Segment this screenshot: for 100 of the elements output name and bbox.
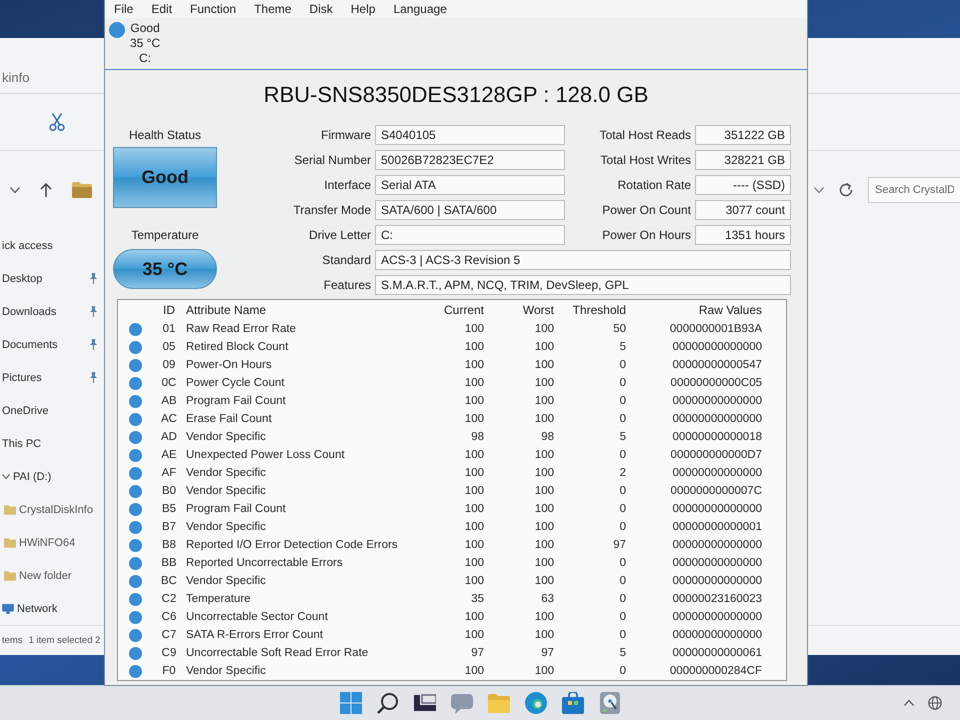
nav-item[interactable]: New folder [0, 559, 104, 592]
table-cell-text: 0 [618, 611, 626, 623]
table-cell-text: C2 [160, 593, 178, 605]
table-cell-text: 100 [464, 665, 484, 677]
field-label: Interface [323, 178, 371, 192]
pin-icon[interactable] [89, 306, 98, 318]
pin-icon[interactable] [89, 339, 98, 350]
search-icon[interactable] [376, 692, 398, 714]
table-cell-text: 50 [612, 323, 626, 335]
table-cell-text: 00000000000000 [671, 539, 762, 551]
table-cell-text: 0000000000007C [670, 485, 762, 497]
health-status-label: Health Status [128, 128, 202, 142]
table-cell-text: 100 [534, 395, 554, 407]
table-cell-text: 000000000284CF [668, 665, 762, 677]
value-field: Serial ATA [375, 174, 565, 194]
column-header[interactable]: Threshold [554, 303, 626, 317]
table-cell-text: 0 [618, 665, 626, 677]
menu-item[interactable]: Help [342, 0, 384, 18]
folder-icon [4, 570, 16, 581]
start-icon[interactable] [340, 692, 362, 714]
nav-item[interactable]: This PC [0, 427, 104, 460]
field-label: Transfer Mode [292, 202, 371, 216]
browser-icon[interactable] [524, 692, 546, 714]
up-arrow-icon[interactable] [40, 183, 52, 198]
table-cell-text: 100 [464, 575, 484, 587]
table-cell-text: 0 [618, 503, 626, 515]
table-cell-text: BC [160, 575, 178, 587]
pin-icon[interactable] [89, 372, 98, 384]
table-cell-text: 100 [534, 341, 554, 353]
nav-item[interactable]: Desktop [0, 262, 104, 296]
table-cell-text: 100 [464, 341, 484, 353]
menu-item[interactable]: Function [181, 0, 246, 18]
table-cell-text: 0 [618, 521, 626, 533]
window-title: kinfo [1, 70, 30, 86]
nav-item[interactable]: Documents [0, 328, 104, 362]
chevron-down-icon[interactable] [814, 187, 824, 194]
menu-item[interactable]: File [105, 0, 142, 18]
refresh-icon[interactable] [838, 182, 854, 198]
field-label: Rotation Rate [616, 178, 691, 192]
drive-tab[interactable]: Good 35 °C C: [107, 18, 166, 66]
table-cell-text: 00000000000000 [671, 395, 762, 407]
table-cell-text: 0 [618, 485, 626, 497]
scissors-icon[interactable] [48, 112, 66, 132]
column-header[interactable]: Current [433, 303, 484, 317]
table-cell-text: 100 [534, 449, 554, 461]
table-cell-text: 100 [464, 485, 484, 497]
column-header[interactable]: ID [152, 303, 186, 317]
globe-icon[interactable] [928, 696, 942, 710]
nav-item[interactable]: CrystalDiskInfo [0, 493, 104, 526]
table-cell-text: 97 [470, 647, 484, 659]
value-field: S4040105 [375, 124, 565, 144]
nav-item[interactable]: Pictures [0, 361, 104, 394]
task-view-icon[interactable] [414, 692, 436, 714]
chevron-down-icon[interactable] [10, 187, 20, 194]
menu-item[interactable]: Disk [300, 0, 342, 18]
nav-item[interactable]: OneDrive [0, 394, 104, 428]
menu-item[interactable]: Language [384, 0, 456, 18]
table-cell-text: B5 [160, 503, 178, 515]
table-cell-text: Vendor Specific [186, 665, 267, 677]
store-icon[interactable] [562, 692, 584, 714]
temperature-button[interactable]: 35 °C [113, 249, 217, 289]
value-field: SATA/600 | SATA/600 [375, 200, 565, 220]
drive-model-title: RBU-SNS8350DES3128GP : 128.0 GB [264, 82, 648, 108]
pin-icon[interactable] [89, 273, 98, 284]
chevron-down-icon[interactable] [2, 474, 10, 480]
nav-item[interactable]: Network [0, 592, 104, 626]
table-cell-text: 09 [162, 359, 176, 371]
hard-drive-icon[interactable] [598, 692, 620, 714]
nav-item[interactable]: HWiNFO64 [0, 526, 104, 560]
table-cell-text: 0C [160, 377, 178, 389]
table-cell-text: 00000000000000 [671, 413, 762, 425]
table-cell-text: 5 [618, 431, 626, 443]
table-cell-text: Reported I/O Error Detection Code Errors [186, 539, 399, 551]
chevron-up-icon[interactable] [904, 700, 914, 706]
table-cell-text: Unexpected Power Loss Count [186, 449, 346, 461]
column-header[interactable]: Raw Values [626, 303, 762, 317]
column-header[interactable]: Worst [484, 303, 554, 317]
column-header[interactable]: Attribute Name [186, 303, 433, 317]
table-cell-text: Power Cycle Count [186, 377, 286, 389]
table-cell-text: 35 [470, 593, 484, 605]
table-cell-text: 100 [534, 521, 554, 533]
table-cell-text: 00000000000000 [671, 503, 762, 515]
health-status-button[interactable]: Good [113, 147, 217, 208]
nav-item[interactable]: PAI (D:) [0, 460, 104, 494]
table-cell-text: 100 [464, 377, 484, 389]
nav-item[interactable]: ick access [0, 229, 104, 262]
table-cell-text: 0 [618, 575, 626, 587]
table-cell-text: 000000000000D7 [670, 449, 762, 461]
table-cell-text: 00000000000000 [671, 341, 762, 353]
value-field: 50026B72823EC7E2 [375, 150, 565, 170]
table-cell-text: 98 [540, 431, 554, 443]
menu-item[interactable]: Edit [142, 0, 182, 18]
table-cell-text: 00000000000000 [671, 557, 762, 569]
table-cell-text: AC [160, 413, 178, 425]
menu-item[interactable]: Theme [245, 0, 300, 18]
field-label: Total Host Writes [600, 152, 691, 166]
table-cell-text: Uncorrectable Sector Count [186, 611, 329, 623]
nav-item[interactable]: Downloads [0, 295, 104, 328]
field-label: Standard [321, 252, 371, 266]
table-cell-text: 0000000001B93A [668, 323, 762, 335]
